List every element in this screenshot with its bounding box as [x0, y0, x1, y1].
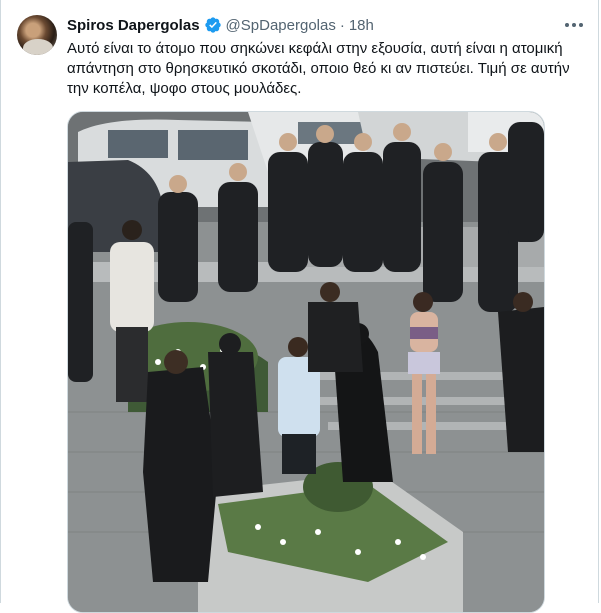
tweet-card: Spiros Dapergolas @SpDapergolas · 18h Αυ… [0, 0, 599, 613]
tweet-header: Spiros Dapergolas @SpDapergolas · 18h [67, 15, 374, 35]
avatar[interactable] [17, 15, 57, 55]
tweet-text: Αυτό είναι το άτομο που σηκώνει κεφάλι σ… [67, 40, 570, 97]
more-options-icon[interactable] [563, 16, 585, 34]
photo-scene [68, 112, 544, 612]
author-handle[interactable]: @SpDapergolas [226, 17, 336, 34]
author-name[interactable]: Spiros Dapergolas [67, 17, 200, 34]
separator-dot: · [339, 16, 345, 34]
timestamp[interactable]: 18h [349, 17, 374, 34]
tweet-photo[interactable] [67, 111, 545, 613]
verified-badge-icon [204, 16, 222, 34]
